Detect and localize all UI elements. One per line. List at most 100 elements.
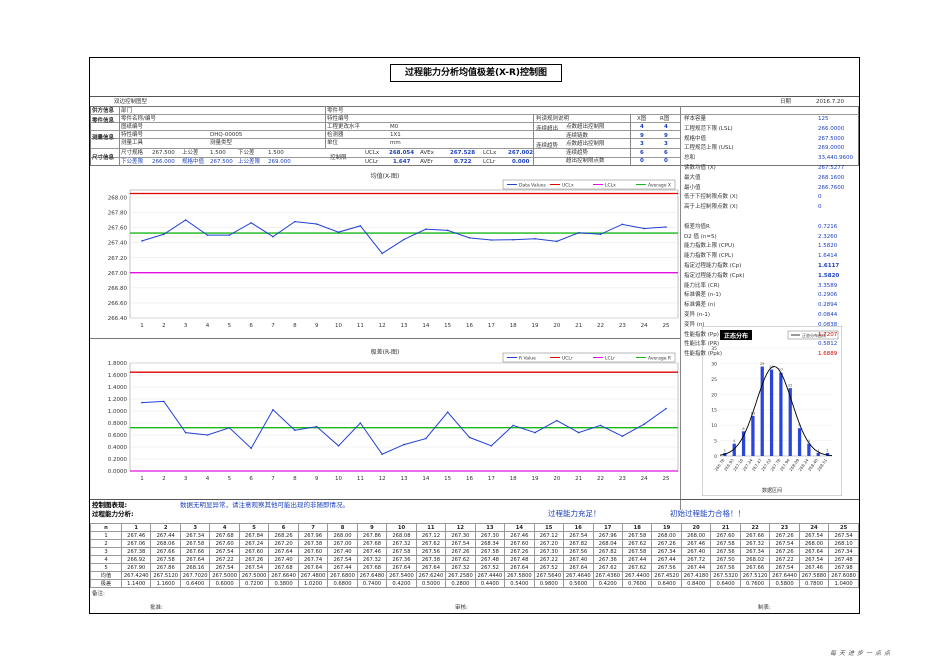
gauge-value: 1X1 (390, 132, 401, 138)
table-cell: 267.66 (150, 547, 181, 556)
data-point (294, 429, 296, 431)
table-cell: 267.5120 (739, 571, 771, 580)
x-tick-label: 7 (271, 476, 275, 482)
row-header: 均值 (90, 571, 122, 580)
x-chart: 均值(X-图) 268.00267.80267.60267.40267.2026… (108, 172, 679, 329)
judge-row-r: 6 (664, 149, 668, 156)
table-cell: 267.58 (621, 531, 653, 540)
stat-value: 1.6117 (818, 263, 840, 269)
ctrl-limit-label: 控制限 (330, 155, 347, 161)
judge-row-sub: 连续趋势 (566, 149, 589, 156)
legend-label: R Value (519, 356, 536, 362)
y-tick-label: 266.60 (108, 301, 128, 307)
x-tick-label: 10 (335, 323, 342, 329)
table-cell: 267.68 (268, 563, 299, 572)
lclr-value: 0.000 (512, 159, 530, 165)
table-cell: 0.5600 (563, 579, 594, 588)
table-cell: 267.58 (386, 547, 417, 556)
table-cell: 6 (268, 523, 299, 532)
table-cell: 267.58 (710, 539, 741, 548)
data-point (184, 219, 187, 221)
stat-label: 能力指数上限 (CPU) (684, 243, 735, 250)
table-cell: 267.32 (386, 539, 417, 548)
legend-label: UCLr (562, 356, 573, 362)
table-cell: 267.56 (415, 547, 447, 556)
y-tick-label: 0.6000 (108, 433, 128, 439)
stat-value: 1.5820 (818, 272, 840, 279)
judge-row-sub: 点数超出控制限 (566, 124, 605, 130)
x-tick-label: 13 (401, 323, 408, 329)
table-cell: 267.66 (739, 563, 771, 572)
x-tick-label: 2 (162, 323, 166, 329)
up-tol-label: 上公差 (182, 150, 199, 156)
table-cell: 267.40 (680, 547, 712, 556)
table-cell: 267.54 (828, 531, 859, 540)
judge-row-r: 4 (664, 124, 668, 130)
table-cell: 267.84 (238, 531, 270, 540)
usl-value: 269.000 (268, 159, 291, 165)
judge-row-x: 9 (640, 132, 644, 139)
x-tick-label: 5 (228, 476, 232, 482)
table-cell: 267.54 (769, 539, 800, 548)
table-cell: 267.26 (445, 547, 476, 556)
data-point (534, 431, 536, 434)
stat-value: 1.6889 (818, 351, 838, 358)
table-cell: 267.4640 (563, 571, 594, 580)
stat-label: 最小值 (684, 184, 701, 191)
judge-row-x: 4 (640, 124, 644, 130)
table-cell: 24 (798, 523, 830, 532)
table-cell: 267.4360 (592, 571, 623, 580)
table-cell: 17 (592, 523, 623, 532)
hist-bar (769, 369, 774, 456)
uclx-label: UCLx (365, 150, 380, 156)
table-cell: 267.40 (327, 547, 358, 556)
table-cell: 267.26 (769, 547, 800, 556)
notes-label: 备注: (92, 591, 105, 597)
judge-row-sub: 点数超出控制限 (566, 141, 605, 147)
table-cell: 267.46 (120, 531, 152, 540)
table-cell: 267.72 (680, 555, 712, 564)
stat-label: 低于下控制限点数 (X) (684, 194, 738, 201)
table-cell: 267.4800 (297, 571, 329, 580)
table-cell: 267.64 (563, 563, 594, 572)
table-cell: 267.64 (798, 547, 830, 556)
table-cell: 267.48 (828, 555, 859, 564)
judge-row-x: 6 (640, 149, 644, 156)
data-point (337, 445, 340, 447)
x-tick-label: 11 (357, 476, 364, 482)
table-cell: 267.48 (474, 555, 506, 564)
table-cell: 267.52 (474, 563, 506, 572)
table-cell: 10 (386, 523, 417, 532)
y-tick-label: 0.0000 (108, 469, 128, 475)
x-chart-title: 均值(X-图) (371, 172, 400, 180)
table-cell: 267.62 (621, 539, 653, 548)
stat-label: 性能比率 (PR) (684, 341, 720, 348)
table-cell: 0.7800 (798, 579, 830, 588)
table-cell: 267.38 (415, 555, 447, 564)
x-tick-label: 8 (293, 323, 297, 329)
table-cell: 267.54 (209, 547, 240, 556)
table-cell: 1.1600 (150, 579, 181, 588)
spec-value: 267.500 (152, 150, 175, 156)
hist-y-tick: 5 (714, 439, 717, 445)
table-cell: 267.68 (356, 539, 388, 548)
data-point (315, 425, 318, 428)
table-cell: 267.36 (386, 555, 417, 564)
y-tick-label: 1.4000 (108, 385, 128, 391)
hist-y-tick: 15 (711, 408, 717, 414)
x-tick-label: 16 (466, 476, 473, 482)
table-cell: 25 (828, 523, 859, 532)
table-cell: 1.1400 (120, 579, 152, 588)
table-cell: 0.6800 (327, 579, 358, 588)
x-tick-label: 7 (271, 323, 275, 329)
row-header: 3 (90, 547, 122, 556)
legend-label: Average X (648, 183, 671, 189)
x-tick-label: 18 (510, 323, 517, 329)
data-point (403, 238, 405, 241)
table-cell: 12 (445, 523, 476, 532)
table-cell: 3 (179, 523, 211, 532)
table-cell: 1 (120, 523, 152, 532)
table-cell: 267.00 (327, 539, 358, 548)
table-cell: 267.62 (445, 555, 476, 564)
table-cell: 9 (356, 523, 388, 532)
